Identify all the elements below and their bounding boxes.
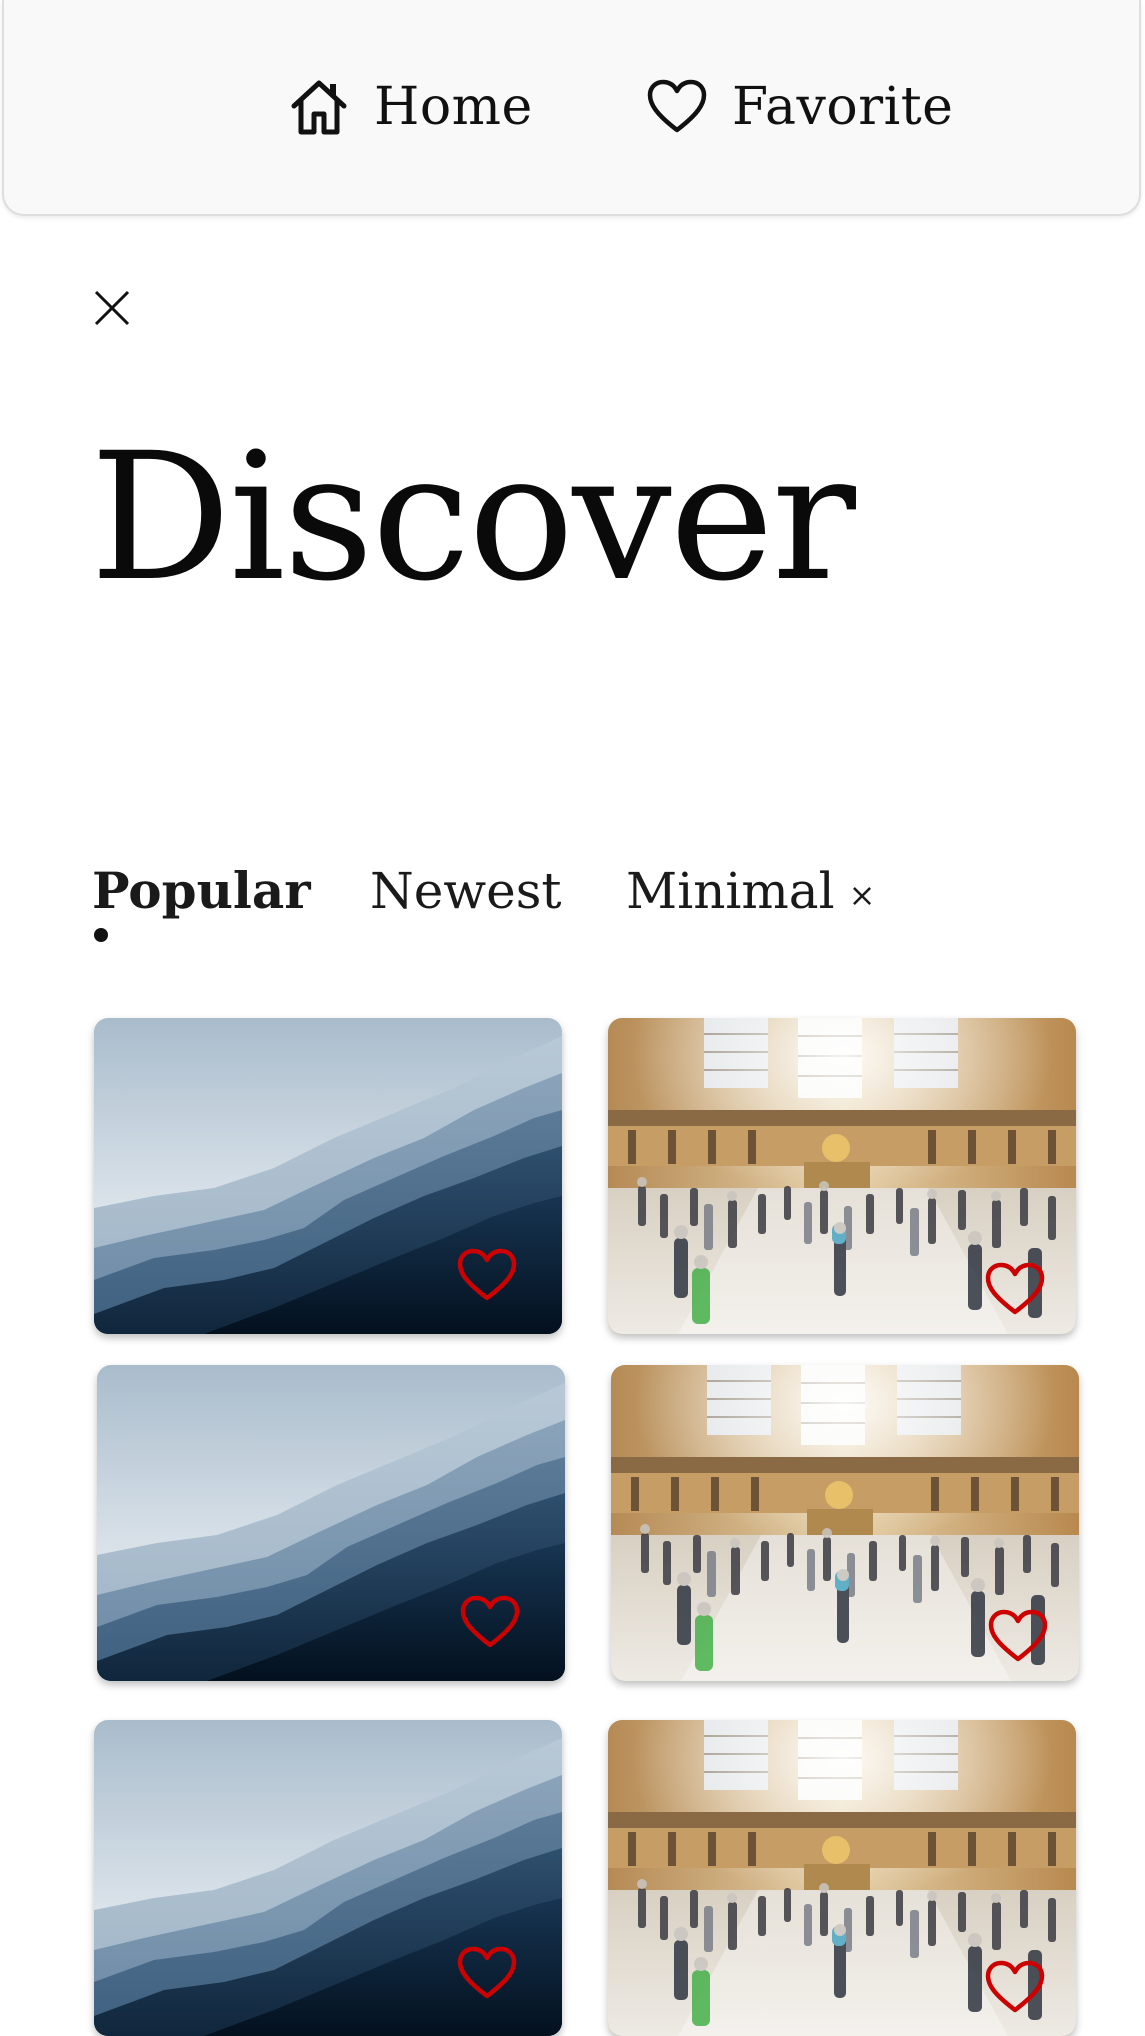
remove-filter-icon[interactable]: × [849, 876, 876, 914]
nav-label-favorite: Favorite [732, 77, 954, 137]
tab-popular[interactable]: Popular [92, 856, 311, 926]
tab-minimal[interactable]: Minimal × [626, 856, 875, 930]
active-tab-indicator [94, 928, 108, 942]
favorite-heart-icon[interactable] [987, 1607, 1049, 1663]
favorite-heart-icon[interactable] [984, 1260, 1046, 1316]
photo-card-station[interactable] [608, 1018, 1076, 1334]
photo-card-mountain[interactable] [97, 1365, 565, 1681]
photo-card-station[interactable] [611, 1365, 1079, 1681]
top-navigation: Home Favorite [2, 0, 1141, 216]
favorite-heart-icon[interactable] [456, 1944, 518, 2000]
photo-card-station[interactable] [608, 1720, 1076, 2036]
nav-item-favorite[interactable]: Favorite [644, 74, 953, 140]
page-title: Discover [90, 415, 856, 620]
heart-icon [647, 79, 707, 133]
tab-minimal-label: Minimal [626, 862, 835, 920]
tab-newest[interactable]: Newest [370, 856, 561, 926]
favorite-heart-icon[interactable] [459, 1593, 521, 1649]
favorite-heart-icon[interactable] [456, 1246, 518, 1302]
nav-item-home[interactable]: Home [286, 74, 533, 140]
nav-label-home: Home [374, 77, 533, 137]
close-button[interactable] [92, 288, 132, 328]
favorite-heart-icon[interactable] [984, 1958, 1046, 2014]
home-icon [291, 80, 347, 135]
close-icon [94, 290, 130, 326]
photo-card-mountain[interactable] [94, 1018, 562, 1334]
photo-card-mountain[interactable] [94, 1720, 562, 2036]
